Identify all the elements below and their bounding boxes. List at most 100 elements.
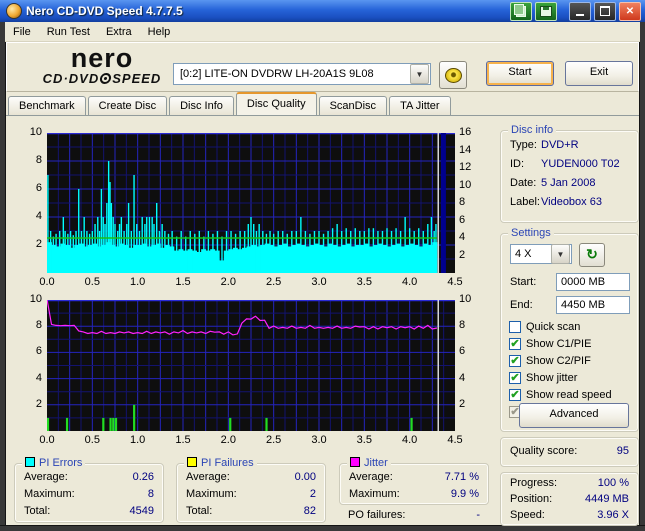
axis-tick-label: 3.5 [356, 434, 372, 446]
tab-benchmark[interactable]: Benchmark [8, 96, 86, 115]
po-failures-row: PO failures: - [348, 509, 480, 521]
speed-chevron-down-icon[interactable]: ▼ [551, 244, 570, 264]
save-icon [540, 5, 552, 17]
app-icon [6, 3, 22, 19]
menu-extra[interactable]: Extra [98, 24, 140, 40]
show-jitter-checkbox[interactable]: ✔ Show jitter [509, 371, 577, 385]
tab-ta-jitter[interactable]: TA Jitter [389, 96, 451, 115]
disc-id-label: ID: [510, 158, 525, 170]
eject-disc-button[interactable] [439, 61, 467, 89]
tab-bar: Benchmark Create Disc Disc Info Disc Qua… [8, 92, 639, 115]
logo-cddvd: CD·DVD [42, 71, 100, 86]
pif-average-value: 0.00 [294, 471, 316, 483]
exit-button[interactable]: Exit [565, 61, 633, 86]
app-window: Nero CD-DVD Speed 4.7.7.5 ✕ File Run Tes… [0, 0, 645, 531]
axis-tick-label: 14 [459, 143, 472, 156]
axis-tick-label: 4.0 [402, 276, 418, 288]
axis-tick-label: 10 [459, 178, 472, 191]
pif-maximum-value: 2 [309, 488, 316, 500]
disc-type-label: Type: [510, 139, 537, 151]
menu-run-test[interactable]: Run Test [39, 24, 98, 40]
speed-select-value: 4 X [515, 248, 532, 260]
chevron-down-icon[interactable]: ▼ [410, 64, 429, 84]
pif-maximum-label: Maximum: [186, 488, 237, 500]
po-failures-label: PO failures: [348, 509, 406, 521]
refresh-button[interactable]: ↻ [579, 243, 605, 267]
disc-info-title: Disc info [508, 124, 557, 136]
pi-failures-swatch [187, 457, 197, 467]
start-button[interactable]: Start [486, 61, 554, 86]
speed-select[interactable]: 4 X ▼ [510, 244, 572, 264]
progress-value: 100 % [597, 477, 629, 489]
quality-score-value: 95 [616, 445, 629, 457]
close-button[interactable]: ✕ [619, 1, 641, 21]
axis-tick-label: 10 [459, 293, 472, 305]
checkbox-icon [509, 321, 521, 333]
lead-out-band [440, 133, 446, 273]
progress-label: Progress: [510, 477, 558, 489]
axis-tick-label: 4 [35, 371, 42, 384]
disc-label-value: Videobox 63 [541, 196, 602, 208]
axis-tick-label: 4 [35, 210, 42, 222]
show-read-speed-checkbox[interactable]: ✔ Show read speed [509, 388, 612, 402]
nero-logo-text: nero [70, 43, 134, 73]
window-title: Nero CD-DVD Speed 4.7.7.5 [26, 4, 183, 18]
checkbox-icon: ✔ [509, 389, 521, 401]
refresh-icon: ↻ [586, 246, 598, 262]
maximize-button[interactable] [594, 1, 616, 21]
menu-bar: File Run Test Extra Help [5, 22, 640, 42]
axis-tick-label: 2.0 [220, 276, 236, 288]
show-c2-pif-checkbox[interactable]: ✔ Show C2/PIF [509, 354, 591, 368]
tab-scandisc[interactable]: ScanDisc [318, 96, 388, 115]
pi-errors-legend-box: PI Errors Average: 0.26 Maximum: 8 Total: 4… [14, 457, 164, 523]
axis-tick-label: 6 [35, 345, 42, 358]
jitter-legend-box: Jitter Average: 7.71 % Maximum: 9.9 % [339, 457, 489, 505]
quick-scan-checkbox[interactable]: Quick scan [509, 320, 580, 334]
speed-value: 3.96 X [597, 509, 629, 521]
axis-tick-label: 8 [459, 319, 466, 332]
axis-tick-label: 1.0 [130, 276, 146, 288]
jitter-plot [47, 300, 455, 431]
axis-tick-label: 8 [459, 196, 466, 208]
settings-title: Settings [508, 227, 554, 239]
drive-select[interactable]: [0:2] LITE-ON DVDRW LH-20A1S 9L08 ▼ [173, 63, 431, 85]
copy-screenshot-button[interactable] [510, 1, 532, 21]
tab-disc-info[interactable]: Disc Info [169, 96, 234, 115]
start-input[interactable] [556, 273, 630, 291]
save-button[interactable] [535, 1, 557, 21]
minimize-icon [576, 13, 584, 16]
axis-tick-label: 0.0 [39, 434, 55, 446]
checkbox-icon: ✔ [509, 338, 521, 350]
pi-failures-legend-title: PI Failures [184, 457, 257, 469]
disc-type-value: DVD+R [541, 139, 579, 151]
advanced-button[interactable]: Advanced [519, 403, 629, 428]
axis-tick-label: 4 [459, 371, 466, 384]
axis-tick-label: 10 [29, 126, 42, 138]
pi-errors-plot [47, 133, 455, 273]
disc-date-value: 5 Jan 2008 [541, 177, 596, 189]
cd-dvd-speed-logo-text: CD·DVD SPEED [17, 72, 187, 85]
title-bar[interactable]: Nero CD-DVD Speed 4.7.7.5 ✕ [0, 0, 645, 22]
axis-tick-label: 1.5 [175, 434, 191, 446]
show-c1-pie-checkbox[interactable]: ✔ Show C1/PIE [509, 337, 591, 351]
tab-disc-quality[interactable]: Disc Quality [235, 92, 317, 115]
minimize-button[interactable] [569, 1, 591, 21]
tab-create-disc[interactable]: Create Disc [87, 96, 168, 115]
axis-tick-label: 2 [459, 248, 466, 261]
window-edge-right [639, 22, 645, 531]
logo-speed: SPEED [112, 71, 162, 86]
menu-file[interactable]: File [5, 24, 39, 40]
axis-tick-label: 4.0 [402, 434, 418, 446]
nero-logo: nero CD·DVD SPEED [17, 43, 187, 86]
end-input[interactable] [556, 296, 630, 314]
menu-help[interactable]: Help [140, 24, 179, 40]
speed-label: Speed: [510, 509, 545, 521]
position-value: 4449 MB [584, 493, 629, 505]
axis-tick-label: 0.5 [84, 276, 100, 288]
disc-eject-icon [444, 67, 462, 83]
start-label: Start: [510, 276, 537, 288]
quality-score-label: Quality score: [510, 445, 578, 457]
jitter-average-value: 7.71 % [444, 471, 479, 483]
pie-maximum-label: Maximum: [24, 488, 75, 500]
axis-tick-label: 4.5 [447, 434, 463, 446]
